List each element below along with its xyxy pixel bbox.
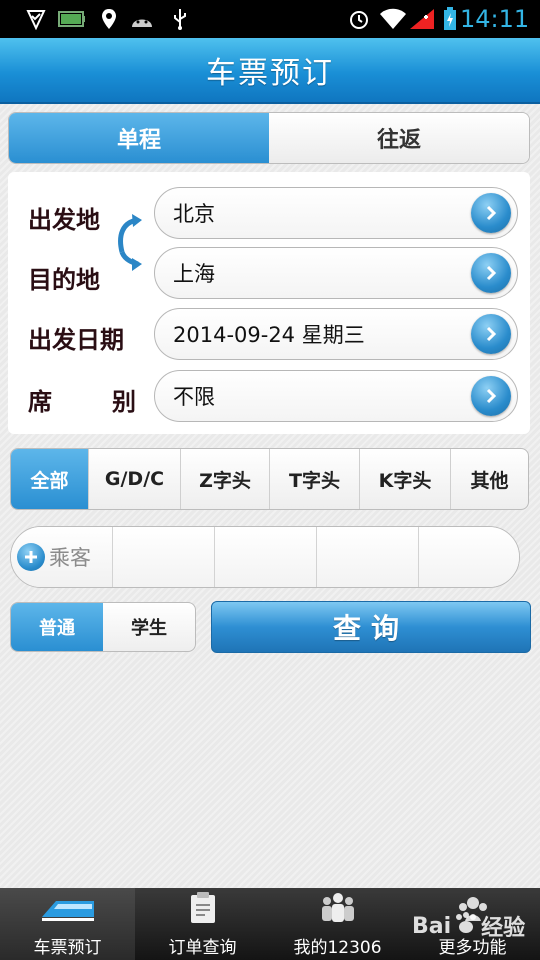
paw-icon [453,911,479,941]
chevron-right-icon[interactable] [471,193,511,233]
passenger-slot[interactable] [317,527,419,587]
departure-date-field[interactable]: 2014-09-24 星期三 [154,308,518,360]
tab-label: 车票预订 [33,938,102,958]
tab-label: 订单查询 [168,938,237,958]
train-type-filter: 全部 G/D/C Z字头 T字头 K字头 其他 [10,448,529,510]
chevron-right-icon[interactable] [471,253,511,293]
tab-one-way[interactable]: 单程 [9,113,269,163]
passenger-row: 乘客 [10,526,520,588]
clipboard-icon [189,888,217,927]
charging-icon [442,7,458,31]
add-passenger-label: 乘客 [49,546,91,570]
ticket-type-segment: 普通 学生 [10,602,196,652]
from-label: 出发地 [28,206,100,234]
train-type-k[interactable]: K字头 [360,449,451,509]
train-type-t[interactable]: T字头 [270,449,360,509]
to-station-field[interactable]: 上海 [154,247,518,299]
query-button[interactable]: 查询 [211,601,531,653]
train-icon [38,888,98,927]
status-bar: 14:11 [0,0,540,38]
from-station-value: 北京 [173,202,215,226]
clock-time: 14:11 [460,5,530,33]
title-bar: 车票预订 [0,38,540,104]
chevron-right-icon[interactable] [471,314,511,354]
tab-round-trip[interactable]: 往返 [269,113,529,163]
ticket-type-student[interactable]: 学生 [103,603,195,651]
watermark-text: Bai [412,913,452,939]
tab-order-query[interactable]: 订单查询 [135,888,270,960]
seat-label-part-1: 席 [28,388,52,416]
usb-icon [170,7,190,31]
tab-label: 我的12306 [293,938,382,958]
chevron-right-icon[interactable] [471,376,511,416]
shield-check-icon [24,7,48,31]
train-type-z[interactable]: Z字头 [181,449,270,509]
people-icon [320,888,356,927]
seat-class-field[interactable]: 不限 [154,370,518,422]
tab-ticket-booking[interactable]: 车票预订 [0,888,135,960]
to-label: 目的地 [28,266,100,294]
alarm-icon [346,7,372,31]
swap-stations-icon[interactable] [110,212,146,272]
seat-class-value: 不限 [173,385,215,409]
train-type-all[interactable]: 全部 [11,449,89,509]
passenger-slot[interactable] [215,527,317,587]
add-passenger-button[interactable]: 乘客 [11,527,113,587]
location-icon [98,7,120,31]
train-type-other[interactable]: 其他 [451,449,528,509]
watermark: Bai 经验 [412,904,532,948]
passenger-slot[interactable] [113,527,215,587]
battery-90-icon [58,7,86,31]
seat-label-part-2: 别 [112,388,136,416]
train-type-gdc[interactable]: G/D/C [89,449,181,509]
page-title: 车票预订 [206,56,334,91]
from-station-field[interactable]: 北京 [154,187,518,239]
tab-my-12306[interactable]: 我的12306 [270,888,405,960]
ticket-type-normal[interactable]: 普通 [11,603,103,651]
to-station-value: 上海 [173,262,215,286]
search-form: 出发地 目的地 出发日期 席 别 北京 上海 2014-09-24 星期三 不限 [8,172,530,434]
signal-icon [408,7,436,31]
passenger-slot[interactable] [419,527,519,587]
seat-label: 席 别 [28,382,136,417]
watermark-suffix: 经验 [481,916,526,941]
date-label: 出发日期 [28,326,124,354]
android-icon [128,7,156,31]
departure-date-value: 2014-09-24 星期三 [173,323,365,347]
plus-icon [17,543,45,571]
wifi-icon [378,7,408,31]
trip-type-segment: 单程 往返 [8,112,530,164]
